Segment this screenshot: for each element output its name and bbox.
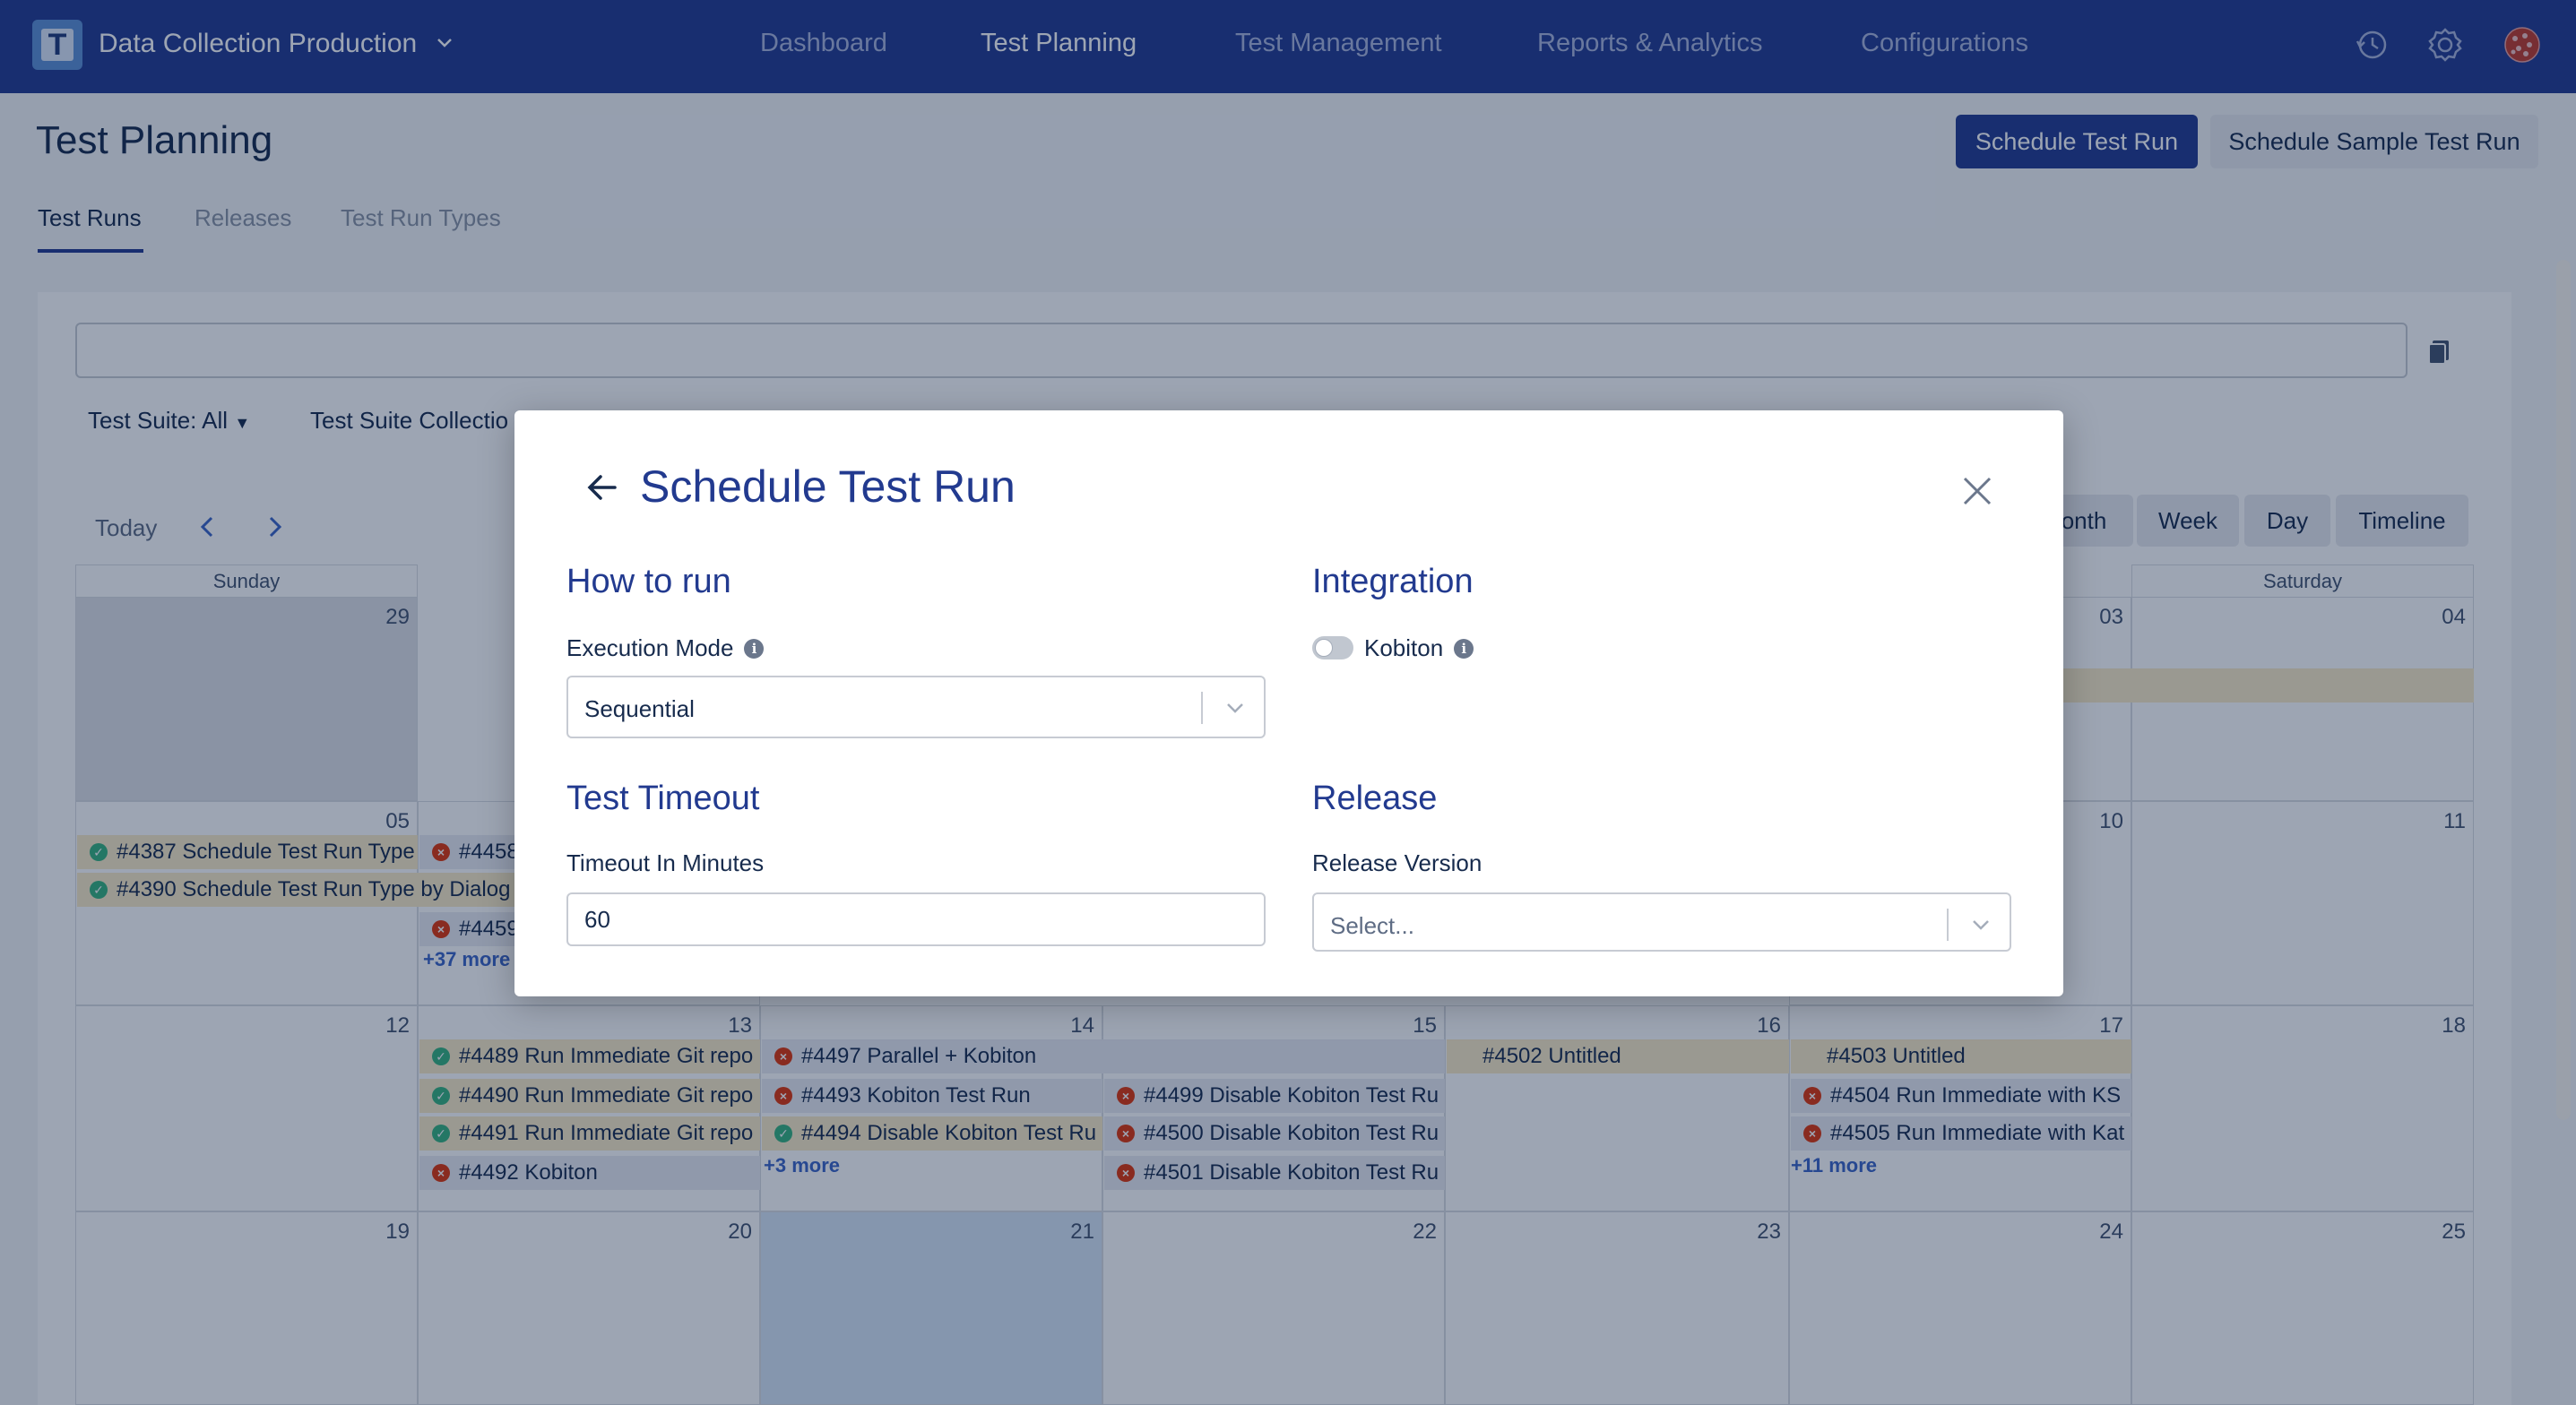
- timeout-minutes-input[interactable]: 60: [566, 892, 1266, 946]
- release-version-select[interactable]: Select...: [1312, 892, 2011, 952]
- execution-mode-label-text: Execution Mode: [566, 634, 734, 661]
- release-version-label: Release Version: [1312, 849, 1482, 876]
- timeout-label: Timeout In Minutes: [566, 849, 765, 876]
- section-integration: Integration: [1312, 563, 1474, 600]
- chevron-down-icon: [1227, 703, 1243, 713]
- execution-mode-label: Execution Mode i: [566, 634, 765, 662]
- kobiton-label: Kobiton i: [1364, 634, 1474, 662]
- execution-mode-value: Sequential: [584, 695, 695, 722]
- select-separator: [1201, 692, 1203, 724]
- kobiton-label-text: Kobiton: [1364, 634, 1444, 661]
- execution-mode-select[interactable]: Sequential: [566, 676, 1266, 738]
- close-icon[interactable]: [1961, 475, 1993, 507]
- kobiton-toggle[interactable]: [1312, 636, 1353, 659]
- arrow-left-icon[interactable]: [583, 468, 622, 507]
- schedule-test-run-dialog: Schedule Test Run How to run Execution M…: [514, 410, 2063, 996]
- dialog-title: Schedule Test Run: [640, 461, 1016, 512]
- release-version-placeholder: Select...: [1330, 912, 1414, 939]
- section-how-to-run: How to run: [566, 563, 731, 600]
- info-icon[interactable]: i: [1454, 638, 1474, 659]
- select-separator: [1947, 909, 1949, 941]
- section-release: Release: [1312, 780, 1438, 817]
- page-scrollbar[interactable]: [2556, 260, 2571, 1120]
- chevron-down-icon: [1973, 920, 1989, 930]
- info-icon[interactable]: i: [744, 638, 765, 659]
- section-test-timeout: Test Timeout: [566, 780, 760, 817]
- toggle-knob: [1315, 639, 1333, 657]
